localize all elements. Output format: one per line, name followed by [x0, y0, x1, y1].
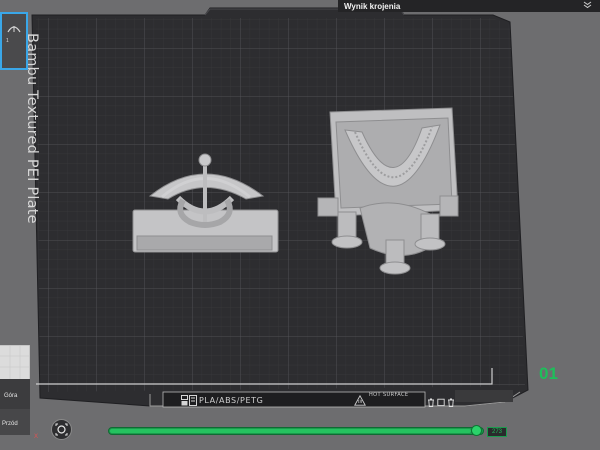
plate-number[interactable]: 01 — [539, 364, 558, 384]
axis-x-label: X — [34, 434, 39, 440]
focus-view-button[interactable] — [51, 419, 72, 440]
plate-thumbnail[interactable]: 1 — [0, 12, 28, 70]
layer-slider-fill — [110, 429, 471, 433]
focus-target-icon — [55, 423, 68, 436]
build-plate[interactable] — [0, 0, 600, 450]
slicing-result-title: Wynik krojenia — [344, 1, 401, 11]
delete-plate-icon[interactable] — [427, 394, 435, 407]
3d-viewport[interactable]: Bambu Textured PEI Plate 01 PLA/ABS/PETG… — [0, 0, 600, 450]
arrange-plate-icon[interactable] — [437, 394, 445, 407]
lock-plate-icon[interactable] — [447, 394, 455, 407]
hot-surface-label: HOT SURFACE — [369, 392, 409, 398]
filament-types-label: PLA/ABS/PETG — [199, 396, 264, 405]
layer-value-readout[interactable]: 273 — [487, 427, 507, 437]
slicing-result-panel[interactable]: Wynik krojenia — [338, 0, 600, 12]
hot-surface-warning-icon — [354, 395, 366, 406]
layer-slider-track[interactable] — [108, 427, 484, 435]
plate-thumbnail-index: 1 — [6, 38, 9, 44]
filament-badge-icon — [181, 395, 197, 406]
view-cube[interactable]: Góra Przód — [0, 344, 31, 435]
plate-toolbar — [427, 394, 455, 407]
view-top-label[interactable]: Góra — [4, 393, 17, 399]
layer-slider-thumb[interactable] — [471, 425, 482, 436]
view-front-label[interactable]: Przód — [2, 421, 18, 427]
plate-preview-icon — [7, 26, 21, 33]
chevron-double-down-icon[interactable] — [583, 1, 592, 11]
